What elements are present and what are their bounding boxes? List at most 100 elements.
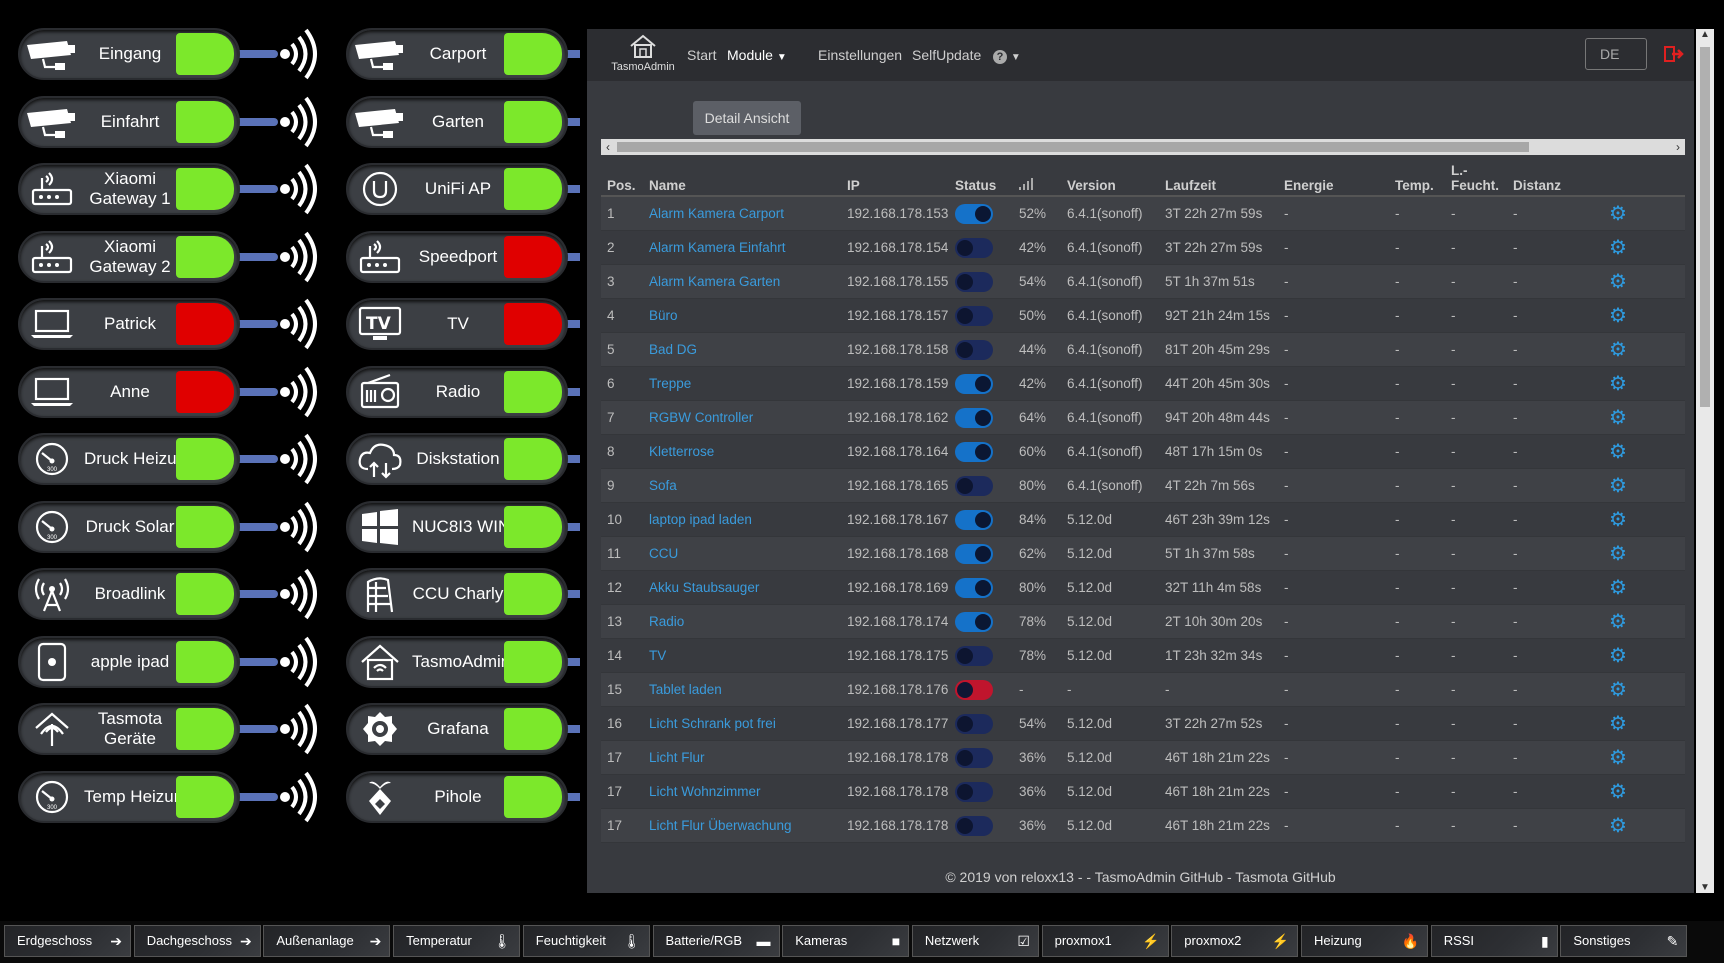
- bottom-tab[interactable]: Batterie/RGB ▬: [652, 925, 780, 957]
- dashboard-tile[interactable]: UniFi AP: [346, 163, 580, 215]
- dashboard-tile[interactable]: Speedport: [346, 230, 580, 283]
- device-link[interactable]: CCU: [643, 536, 841, 571]
- settings-gear-icon[interactable]: ⚙: [1609, 679, 1627, 701]
- nav-start[interactable]: Start: [687, 47, 717, 63]
- logout-icon[interactable]: [1664, 45, 1684, 68]
- device-link[interactable]: Bad DG: [643, 332, 841, 367]
- device-link[interactable]: Alarm Kamera Einfahrt: [643, 230, 841, 265]
- bottom-tab[interactable]: Netzwerk ☑: [911, 925, 1039, 957]
- power-toggle[interactable]: [955, 577, 993, 598]
- dashboard-tile[interactable]: Grafana: [346, 703, 580, 755]
- col-name[interactable]: Name: [643, 163, 841, 197]
- device-link[interactable]: Alarm Kamera Garten: [643, 264, 841, 299]
- bottom-tab[interactable]: Temperatur 🌡: [393, 925, 521, 957]
- power-toggle[interactable]: [955, 373, 993, 394]
- tile-xiaomi-gateway-1[interactable]: Xiaomi Gateway 1: [18, 163, 240, 215]
- scroll-down-icon[interactable]: ▼: [1696, 882, 1714, 893]
- device-link[interactable]: Treppe: [643, 366, 841, 401]
- vertical-scrollbar-thumb[interactable]: [1700, 47, 1710, 407]
- settings-gear-icon[interactable]: ⚙: [1609, 645, 1627, 667]
- tile-tv[interactable]: TV TV: [346, 298, 568, 350]
- col-ip[interactable]: IP: [841, 163, 949, 197]
- tile-tasmoadmin[interactable]: TasmoAdmin: [346, 635, 568, 688]
- tile-speedport[interactable]: Speedport: [346, 230, 568, 283]
- settings-gear-icon[interactable]: ⚙: [1609, 815, 1627, 837]
- language-select[interactable]: DE: [1585, 38, 1647, 70]
- bottom-tab[interactable]: Dachgeschoss ➔: [133, 925, 261, 957]
- device-link[interactable]: laptop ipad laden: [643, 502, 841, 537]
- device-link[interactable]: Radio: [643, 604, 841, 639]
- device-link[interactable]: Kletterrose: [643, 434, 841, 469]
- tile-unifi-ap[interactable]: UniFi AP: [346, 163, 568, 215]
- device-link[interactable]: Licht Schrank pot frei: [643, 706, 841, 741]
- nav-settings[interactable]: Einstellungen: [818, 47, 902, 63]
- power-toggle[interactable]: [955, 305, 993, 326]
- bottom-tab[interactable]: proxmox2 ⚡: [1171, 925, 1299, 957]
- tile-radio[interactable]: Radio: [346, 365, 568, 418]
- tile-tasmota-ger-te[interactable]: Tasmota Geräte: [18, 703, 240, 755]
- col-status[interactable]: Status: [949, 163, 1013, 197]
- dashboard-tile[interactable]: Garten: [346, 95, 580, 148]
- tile-apple-ipad[interactable]: apple ipad: [18, 635, 240, 688]
- dashboard-tile[interactable]: 300 Temp Heizung: [18, 770, 318, 823]
- tile-broadlink[interactable]: Broadlink: [18, 568, 240, 620]
- nav-module[interactable]: Module ▼: [727, 47, 787, 63]
- brand-logo[interactable]: TasmoAdmin: [605, 34, 681, 73]
- device-link[interactable]: Licht Flur: [643, 740, 841, 775]
- device-link[interactable]: Licht Flur Überwachung: [643, 808, 841, 843]
- nav-selfupdate[interactable]: SelfUpdate: [912, 47, 981, 63]
- device-link[interactable]: Licht Wohnzimmer: [643, 774, 841, 809]
- power-toggle[interactable]: [955, 713, 993, 734]
- dashboard-tile[interactable]: Radio: [346, 365, 580, 418]
- bottom-tab[interactable]: Erdgeschoss ➔: [4, 925, 131, 957]
- col-pos[interactable]: Pos.: [601, 163, 643, 197]
- tile-ccu-charly[interactable]: CCU Charly: [346, 568, 568, 620]
- device-link[interactable]: Sofa: [643, 468, 841, 503]
- settings-gear-icon[interactable]: ⚙: [1609, 577, 1627, 599]
- power-toggle[interactable]: [955, 747, 993, 768]
- bottom-tab[interactable]: Feuchtigkeit 🌡: [522, 925, 650, 957]
- tile-garten[interactable]: Garten: [346, 95, 568, 148]
- settings-gear-icon[interactable]: ⚙: [1609, 305, 1627, 327]
- tile-eingang[interactable]: Eingang: [18, 28, 240, 80]
- power-toggle[interactable]: [955, 475, 993, 496]
- dashboard-tile[interactable]: NUC8I3 WIN10: [346, 500, 580, 553]
- col-energy[interactable]: Energie: [1278, 163, 1389, 197]
- dashboard-tile[interactable]: Einfahrt: [18, 95, 318, 148]
- dashboard-tile[interactable]: Xiaomi Gateway 1: [18, 163, 318, 215]
- col-temp[interactable]: Temp.: [1389, 163, 1445, 197]
- settings-gear-icon[interactable]: ⚙: [1609, 407, 1627, 429]
- power-toggle[interactable]: [955, 645, 993, 666]
- dashboard-tile[interactable]: 300 Druck Solar: [18, 500, 318, 553]
- settings-gear-icon[interactable]: ⚙: [1609, 713, 1627, 735]
- dashboard-tile[interactable]: Broadlink: [18, 568, 318, 620]
- scroll-left-icon[interactable]: ‹: [601, 139, 615, 155]
- settings-gear-icon[interactable]: ⚙: [1609, 747, 1627, 769]
- tile-anne[interactable]: Anne: [18, 365, 240, 418]
- bottom-tab[interactable]: Außenanlage ➔: [263, 925, 391, 957]
- dashboard-tile[interactable]: 300 Druck Heizung: [18, 433, 318, 485]
- settings-gear-icon[interactable]: ⚙: [1609, 271, 1627, 293]
- settings-gear-icon[interactable]: ⚙: [1609, 543, 1627, 565]
- power-toggle[interactable]: [955, 271, 993, 292]
- power-toggle[interactable]: [955, 611, 993, 632]
- tile-einfahrt[interactable]: Einfahrt: [18, 95, 240, 148]
- dashboard-tile[interactable]: CCU Charly: [346, 568, 580, 620]
- tile-carport[interactable]: Carport: [346, 28, 568, 80]
- dashboard-tile[interactable]: TV TV: [346, 298, 580, 350]
- tile-nuc8i3-win10[interactable]: NUC8I3 WIN10: [346, 500, 568, 553]
- tile-grafana[interactable]: Grafana: [346, 703, 568, 755]
- vertical-scrollbar[interactable]: ▲ ▼: [1696, 29, 1714, 893]
- tile-diskstation[interactable]: Diskstation: [346, 433, 568, 485]
- bottom-tab[interactable]: Heizung 🔥: [1301, 925, 1428, 957]
- power-toggle[interactable]: [955, 679, 993, 700]
- detail-view-button[interactable]: Detail Ansicht: [693, 101, 801, 135]
- tile-temp-heizung[interactable]: 300 Temp Heizung: [18, 770, 240, 823]
- col-distance[interactable]: Distanz: [1507, 163, 1603, 197]
- col-runtime[interactable]: Laufzeit: [1159, 163, 1278, 197]
- dashboard-tile[interactable]: Eingang: [18, 28, 318, 80]
- device-link[interactable]: Büro: [643, 298, 841, 333]
- device-link[interactable]: TV: [643, 638, 841, 673]
- tile-druck-heizung[interactable]: 300 Druck Heizung: [18, 433, 240, 485]
- col-humidity[interactable]: L.-Feucht.: [1445, 163, 1507, 197]
